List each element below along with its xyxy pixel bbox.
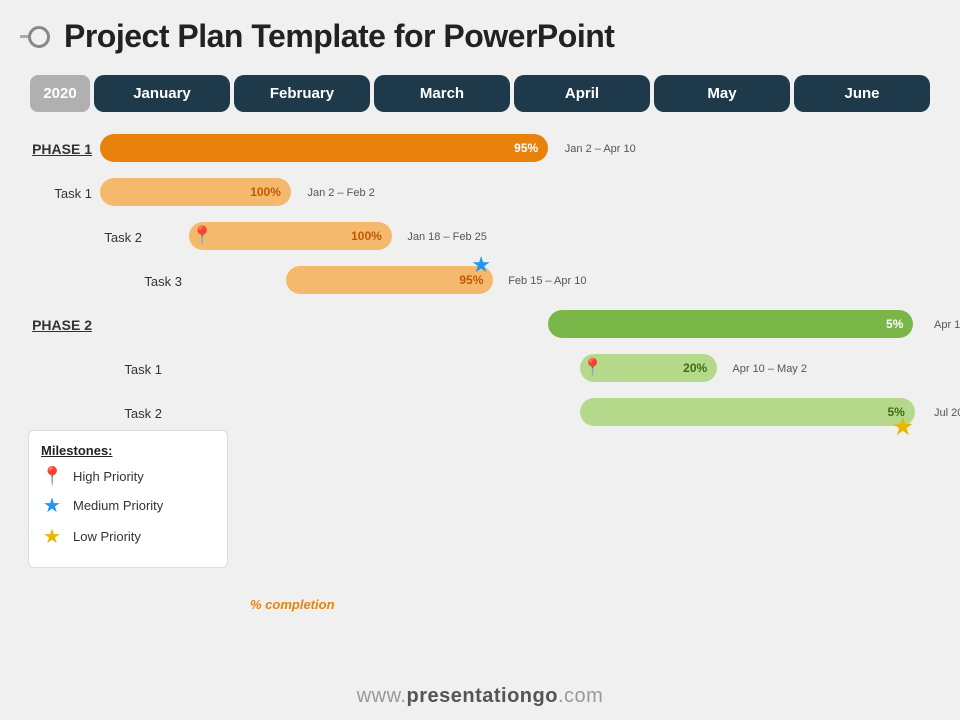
phase2-task2-dates: Jul 20 – Jun 10 <box>930 407 960 419</box>
legend-box: Milestones: 📍 High Priority ★ Medium Pri… <box>28 430 228 568</box>
high-priority-icon: 📍 <box>41 466 63 487</box>
phase2-task1-percent: 20% <box>683 361 707 375</box>
phase1-task2-label: Task 2 <box>90 230 150 245</box>
deco-circle <box>28 26 50 48</box>
phase1-task1-bar: 100% <box>100 178 291 206</box>
phase1-task3-label: Task 3 <box>130 274 190 289</box>
phase2-task1-label: Task 1 <box>110 362 170 377</box>
legend-low-priority: ★ Low Priority <box>41 524 211 549</box>
phase2-task2-row: Task 2 ★ 5% Jul 20 – Jun 10 <box>110 394 930 432</box>
month-april: April <box>514 75 650 112</box>
phase2-percent: 5% <box>886 317 903 331</box>
phase1-task3-track: 95% ★ Feb 15 – Apr 10 <box>190 266 930 296</box>
phase1-dates: Jan 2 – Apr 10 <box>565 143 636 155</box>
high-priority-milestone-task2: 📍 <box>191 226 213 247</box>
legend-medium-priority: ★ Medium Priority <box>41 493 211 518</box>
year-badge: 2020 <box>30 75 90 112</box>
month-march: March <box>374 75 510 112</box>
phase1-task2-bar: 📍 100% <box>189 222 392 250</box>
phase1-task2-percent: 100% <box>351 229 382 243</box>
phase2-task2-bar: ★ 5% <box>580 398 914 426</box>
phase2-task2-track: ★ 5% Jul 20 – Jun 10 <box>170 398 930 428</box>
low-priority-icon: ★ <box>41 524 63 549</box>
phase1-task1-label: Task 1 <box>30 186 100 201</box>
phase1-task1-row: Task 1 100% Jan 2 – Feb 2 <box>30 174 930 212</box>
legend-high-priority: 📍 High Priority <box>41 466 211 487</box>
phase1-task2-dates: Jan 18 – Feb 25 <box>407 231 487 243</box>
phase1-bar: 95% <box>100 134 548 162</box>
legend-high-priority-label: High Priority <box>73 469 144 484</box>
gantt-area: PHASE 1 95% Jan 2 – Apr 10 Task 1 100% J… <box>30 130 930 432</box>
low-priority-milestone-phase2-task2: ★ <box>893 414 913 440</box>
medium-priority-milestone-task3: ★ <box>471 252 491 278</box>
month-june: June <box>794 75 930 112</box>
phase2-label: PHASE 2 <box>30 317 100 333</box>
phase2-task1-dates: Apr 10 – May 2 <box>732 363 807 375</box>
phase1-task3-bar: 95% <box>286 266 493 294</box>
legend-medium-priority-label: Medium Priority <box>73 498 163 513</box>
page-title: Project Plan Template for PowerPoint <box>64 18 614 55</box>
percent-completion-text: % completion <box>250 597 335 612</box>
high-priority-milestone-phase2-task1: 📍 <box>582 358 603 378</box>
phase1-percent: 95% <box>514 141 538 155</box>
phase2-task1-bar: 📍 20% <box>580 354 717 382</box>
footer-domain: presentationgo <box>407 685 558 707</box>
month-row: 2020 January February March April May Ju… <box>30 75 930 112</box>
phase1-task2-row: Task 2 📍 100% Jan 18 – Feb 25 <box>90 218 930 256</box>
phase2-row: PHASE 2 5% Apr 10 – Jun 10 <box>30 306 930 344</box>
phase2-dates: Apr 10 – Jun 10 <box>930 319 960 331</box>
header-decoration <box>20 26 50 48</box>
completion-label: % completion <box>250 596 335 614</box>
page-header: Project Plan Template for PowerPoint <box>0 0 960 65</box>
phase1-bar-track: 95% Jan 2 – Apr 10 <box>100 134 930 164</box>
month-may: May <box>654 75 790 112</box>
phase2-task2-label: Task 2 <box>110 406 170 421</box>
phase1-label: PHASE 1 <box>30 141 100 157</box>
month-january: January <box>94 75 230 112</box>
footer-text: www.presentationgo.com <box>357 685 604 707</box>
phase2-bar-track: 5% Apr 10 – Jun 10 <box>100 310 930 340</box>
phase1-task1-percent: 100% <box>250 185 281 199</box>
phase1-task1-dates: Jan 2 – Feb 2 <box>308 187 375 199</box>
footer: www.presentationgo.com <box>0 685 960 708</box>
phase2-bar: 5% <box>548 310 913 338</box>
phase1-task1-track: 100% Jan 2 – Feb 2 <box>100 178 930 208</box>
phase2-task1-track: 📍 20% Apr 10 – May 2 <box>170 354 930 384</box>
phase1-task3-dates: Feb 15 – Apr 10 <box>508 275 586 287</box>
phase1-task3-row: Task 3 95% ★ Feb 15 – Apr 10 <box>130 262 930 300</box>
legend-low-priority-label: Low Priority <box>73 529 141 544</box>
phase2-task1-row: Task 1 📍 20% Apr 10 – May 2 <box>110 350 930 388</box>
phase1-row: PHASE 1 95% Jan 2 – Apr 10 <box>30 130 930 168</box>
phase1-task2-track: 📍 100% Jan 18 – Feb 25 <box>150 222 930 252</box>
medium-priority-icon: ★ <box>41 493 63 518</box>
legend-title: Milestones: <box>41 443 211 458</box>
deco-line <box>20 35 28 38</box>
month-february: February <box>234 75 370 112</box>
